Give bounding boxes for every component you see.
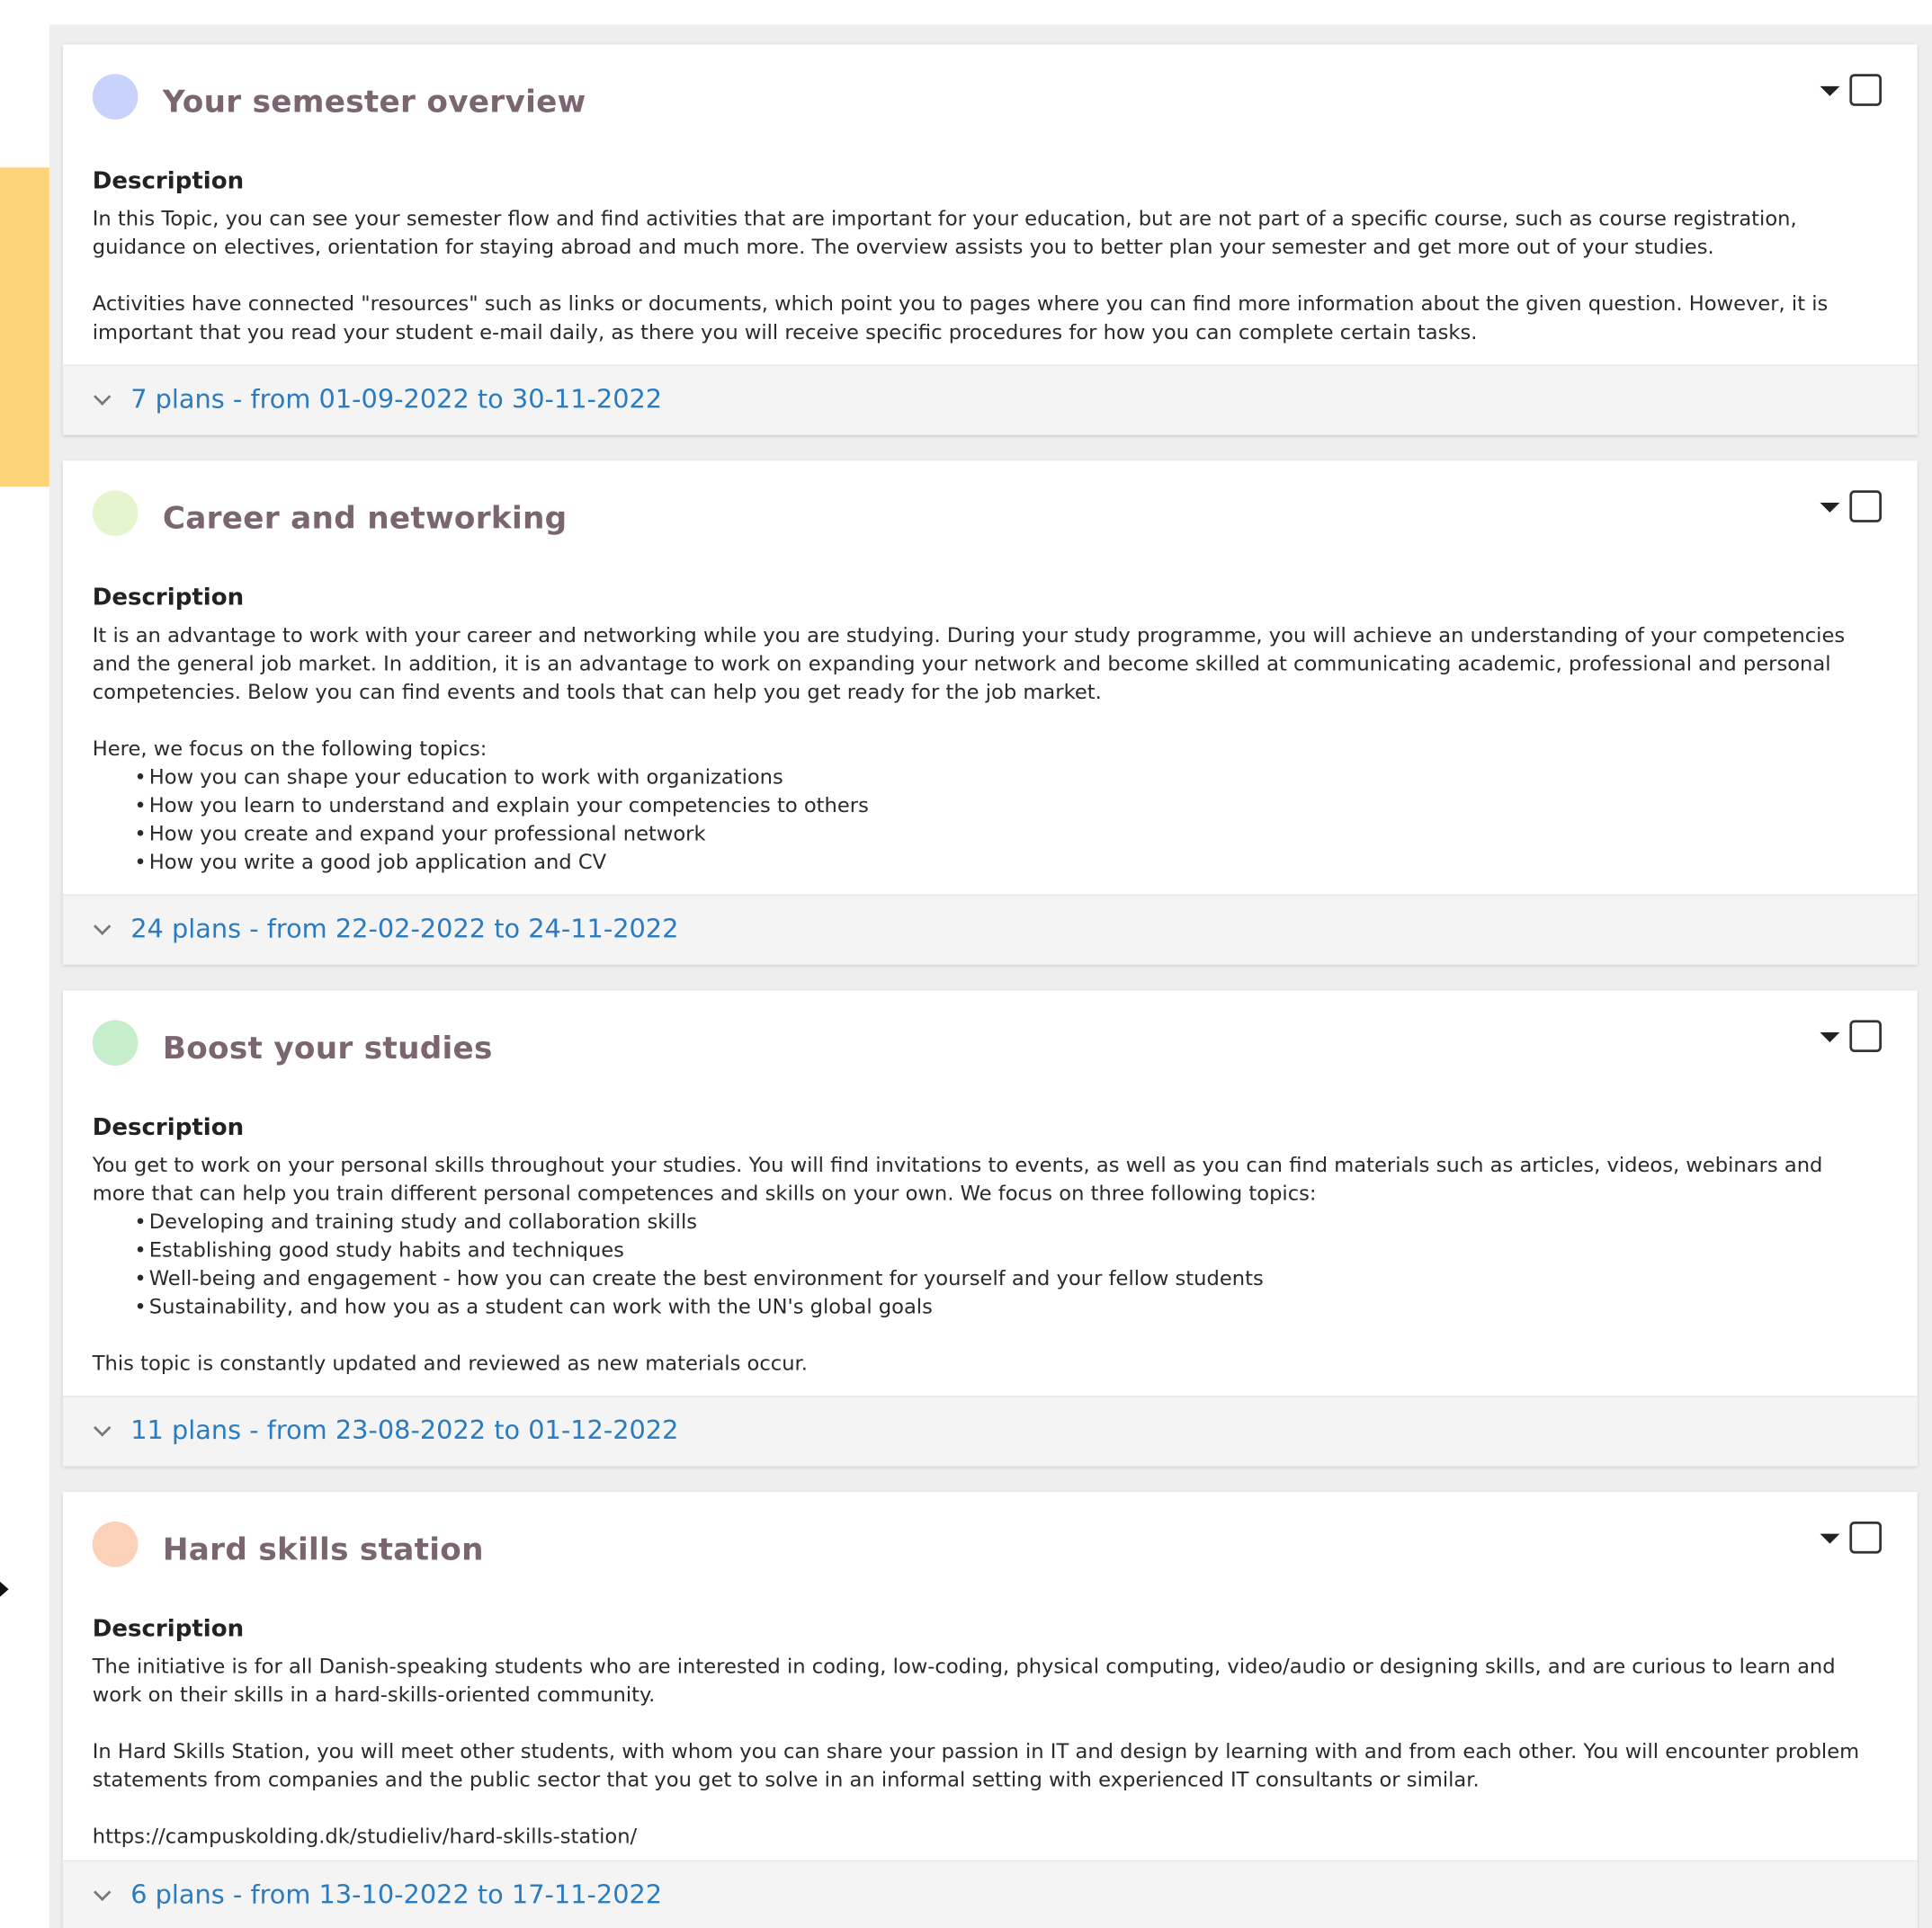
description-text: The initiative is for all Danish-speakin… [93, 1652, 1867, 1851]
plans-summary-link[interactable]: 7 plans - from 01-09-2022 to 30-11-2022 [130, 382, 662, 416]
chevron-down-icon[interactable] [94, 388, 112, 406]
description-paragraph: This topic is constantly updated and rev… [92, 1351, 808, 1375]
topic-card-hard-skills: Hard skills station Description The init… [62, 1492, 1918, 1928]
page-stage: Your semester overview Description In th… [0, 0, 1932, 1928]
chevron-down-icon[interactable] [94, 917, 112, 935]
description-text: It is an advantage to work with your car… [93, 620, 1867, 876]
description-label: Description [92, 1113, 245, 1141]
plans-toggle[interactable]: 11 plans - from 23-08-2022 to 01-12-2022 [62, 1396, 1918, 1467]
chevron-down-icon[interactable] [94, 1419, 112, 1437]
plans-summary-link[interactable]: 11 plans - from 23-08-2022 to 01-12-2022 [130, 1413, 678, 1447]
select-checkbox[interactable] [1849, 1020, 1882, 1052]
list-item: How you write a good job application and… [134, 848, 1866, 877]
description-text: In this Topic, you can see your semester… [93, 204, 1867, 346]
description-paragraph: In this Topic, you can see your semester… [92, 207, 1797, 259]
description-paragraph: Here, we focus on the following topics: [92, 736, 487, 761]
description-label: Description [92, 1615, 245, 1643]
list-item: Sustainability, and how you as a student… [134, 1292, 1866, 1321]
description-label: Description [92, 167, 245, 195]
topic-title: Hard skills station [162, 1531, 484, 1567]
caret-down-icon[interactable] [1820, 1533, 1840, 1544]
plans-summary-link[interactable]: 24 plans - from 22-02-2022 to 24-11-2022 [130, 912, 678, 946]
plans-summary-link[interactable]: 6 plans - from 13-10-2022 to 17-11-2022 [130, 1878, 662, 1912]
description-text: You get to work on your personal skills … [93, 1151, 1867, 1378]
select-checkbox[interactable] [1849, 1521, 1882, 1554]
description-label: Description [92, 584, 245, 611]
topic-color-dot [92, 1020, 139, 1067]
list-item: Developing and training study and collab… [134, 1208, 1866, 1236]
topic-title: Your semester overview [162, 84, 586, 120]
description-paragraph: You get to work on your personal skills … [92, 1153, 1823, 1205]
description-paragraph: Activities have connected "resources" su… [92, 291, 1829, 344]
caret-down-icon[interactable] [1820, 1032, 1840, 1043]
description-paragraph: It is an advantage to work with your car… [92, 623, 1846, 704]
topic-color-dot [92, 490, 139, 536]
select-checkbox[interactable] [1849, 490, 1882, 522]
topic-color-dot [92, 1521, 139, 1567]
list-item: How you can shape your education to work… [134, 763, 1866, 791]
list-item: How you learn to understand and explain … [134, 791, 1866, 820]
expand-arrow-icon[interactable] [0, 1580, 9, 1598]
topic-bullet-list: How you can shape your education to work… [93, 763, 1867, 876]
topic-color-dot [92, 74, 139, 120]
topic-title: Career and networking [162, 500, 568, 536]
select-checkbox[interactable] [1849, 74, 1882, 106]
plans-toggle[interactable]: 6 plans - from 13-10-2022 to 17-11-2022 [62, 1860, 1918, 1928]
topic-card-career-networking: Career and networking Description It is … [62, 460, 1918, 965]
list-item: How you create and expand your professio… [134, 819, 1866, 848]
selected-indicator-bar [0, 167, 49, 487]
topic-bullet-list: Developing and training study and collab… [93, 1208, 1867, 1321]
description-paragraph: In Hard Skills Station, you will meet ot… [92, 1739, 1860, 1791]
description-paragraph: The initiative is for all Danish-speakin… [92, 1654, 1836, 1707]
topic-title: Boost your studies [162, 1030, 493, 1067]
plans-toggle[interactable]: 7 plans - from 01-09-2022 to 30-11-2022 [62, 364, 1918, 435]
list-item: Well-being and engagement - how you can … [134, 1264, 1866, 1293]
description-url: https://campuskolding.dk/studieliv/hard-… [92, 1824, 638, 1848]
topic-card-semester-overview: Your semester overview Description In th… [62, 44, 1918, 435]
caret-down-icon[interactable] [1820, 85, 1840, 96]
caret-down-icon[interactable] [1820, 502, 1840, 513]
plans-toggle[interactable]: 24 plans - from 22-02-2022 to 24-11-2022 [62, 894, 1918, 965]
list-item: Establishing good study habits and techn… [134, 1236, 1866, 1264]
topic-card-boost-studies: Boost your studies Description You get t… [62, 990, 1918, 1467]
chevron-down-icon[interactable] [94, 1883, 112, 1902]
